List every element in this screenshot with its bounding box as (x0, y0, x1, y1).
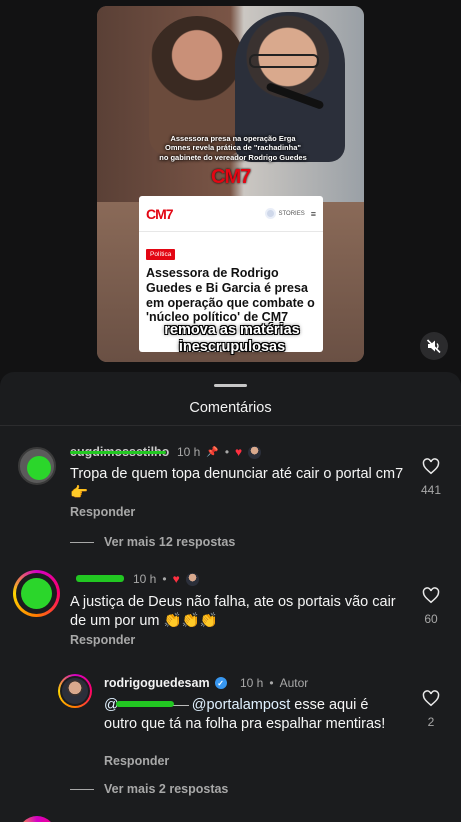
author-avatar[interactable] (58, 674, 92, 708)
comments-title: Comentários (189, 400, 272, 416)
hamburger-menu-icon: ≡ (310, 208, 316, 219)
username-redaction (70, 451, 166, 454)
sheet-drag-handle[interactable] (214, 384, 247, 387)
video-subtitle-line-2: inescrupulosas (178, 338, 286, 355)
reel-video-frame[interactable]: Assessora presa na operação Erga Omnes r… (97, 6, 364, 362)
like-count: 441 (420, 483, 442, 497)
comment-text: Tropa de quem topa denunciar até cair o … (70, 466, 404, 501)
glasses-shape (249, 54, 319, 68)
author-mini-avatar (248, 445, 262, 459)
commenter-avatar[interactable] (13, 570, 60, 617)
comments-sheet: Comentários eugdimossetilho 10 h 📌 • ♥ T… (0, 372, 461, 822)
more-line (70, 789, 94, 791)
article-cm7-logo: CM7 (146, 205, 174, 222)
video-subtitle: remova as matérias inescrupulosas (152, 322, 312, 355)
like-button[interactable]: 2 (416, 690, 446, 729)
reply-button[interactable]: Responder (70, 633, 135, 647)
commenter-avatar[interactable] (18, 816, 56, 822)
article-headline: Assessora de Rodrigo Guedes e Bi Garcia … (146, 266, 315, 325)
verified-badge-icon: ✓ (214, 677, 227, 689)
comment-time: 10 h (133, 572, 157, 586)
author-photo (62, 678, 88, 704)
like-count: 60 (424, 612, 438, 626)
author-username[interactable]: rodrigoguedesam ✓ (104, 676, 227, 690)
reply-button[interactable]: Responder (70, 505, 135, 519)
more-line (70, 542, 94, 544)
comment-time: 10 h (240, 676, 264, 690)
comment-meta: 10 h • ♥ (133, 572, 199, 586)
video-subtitle-line-1: remova as matérias (164, 322, 300, 338)
reply-button[interactable]: Responder (104, 754, 169, 768)
stories-label: STORIES (278, 210, 305, 217)
article-stories: STORIES (264, 208, 305, 219)
author-mini-avatar (185, 572, 199, 586)
dot-separator: • (269, 676, 274, 690)
article-header: CM7 STORIES ≡ (139, 196, 323, 232)
mention-redaction (116, 701, 174, 707)
view-more-label: Ver mais 12 respostas (104, 535, 236, 549)
heart-outline-icon (422, 587, 440, 604)
cm7-logo: CM7 (211, 166, 251, 188)
view-more-replies[interactable]: Ver mais 2 respostas (70, 782, 228, 796)
username-redaction (76, 575, 124, 582)
mention-link[interactable]: @portalampost (192, 697, 291, 713)
stories-icon (264, 208, 276, 219)
comment-time: 10 h (177, 445, 201, 459)
author-label: Autor (279, 676, 309, 690)
mute-button[interactable] (420, 332, 448, 360)
avatar-redaction (21, 578, 52, 609)
comment-meta: 10 h • Autor (240, 676, 308, 690)
liked-by-author-heart-icon: ♥ (235, 445, 243, 459)
comment-text: A justiça de Deus não falha, ate os port… (70, 594, 396, 629)
video-upper-scene: Assessora presa na operação Erga Omnes r… (97, 6, 364, 202)
commenter-avatar[interactable] (18, 447, 56, 485)
video-caption-line-1: Assessora presa na operação Erga (170, 134, 296, 143)
video-caption-line-2: Omnes revela prática de "rachadinha" (165, 143, 301, 153)
like-button[interactable]: 441 (416, 458, 446, 497)
view-more-replies[interactable]: Ver mais 12 respostas (70, 535, 235, 549)
like-button[interactable]: 60 (416, 587, 446, 626)
video-caption-line-3: no gabinete do vereador Rodrigo Guedes (159, 152, 307, 162)
like-count: 2 (427, 715, 435, 729)
dot-separator: • (162, 572, 167, 586)
pin-icon: 📌 (206, 446, 219, 458)
sheet-divider (0, 425, 461, 426)
avatar-redaction (27, 456, 51, 480)
article-category-tag: Política (146, 249, 176, 260)
speaker-muted-icon (426, 339, 441, 354)
view-more-label: Ver mais 2 respostas (104, 782, 229, 796)
heart-outline-icon (422, 690, 440, 707)
heart-outline-icon (422, 458, 440, 475)
reel-video-area[interactable]: Assessora presa na operação Erga Omnes r… (0, 0, 461, 380)
author-username-text: rodrigoguedesam (104, 676, 210, 690)
liked-by-author-heart-icon: ♥ (172, 572, 180, 586)
comment-meta: 10 h 📌 • ♥ (177, 445, 262, 459)
dot-separator: • (224, 445, 230, 459)
video-caption: Assessora presa na operação Erga Omnes r… (143, 134, 323, 162)
